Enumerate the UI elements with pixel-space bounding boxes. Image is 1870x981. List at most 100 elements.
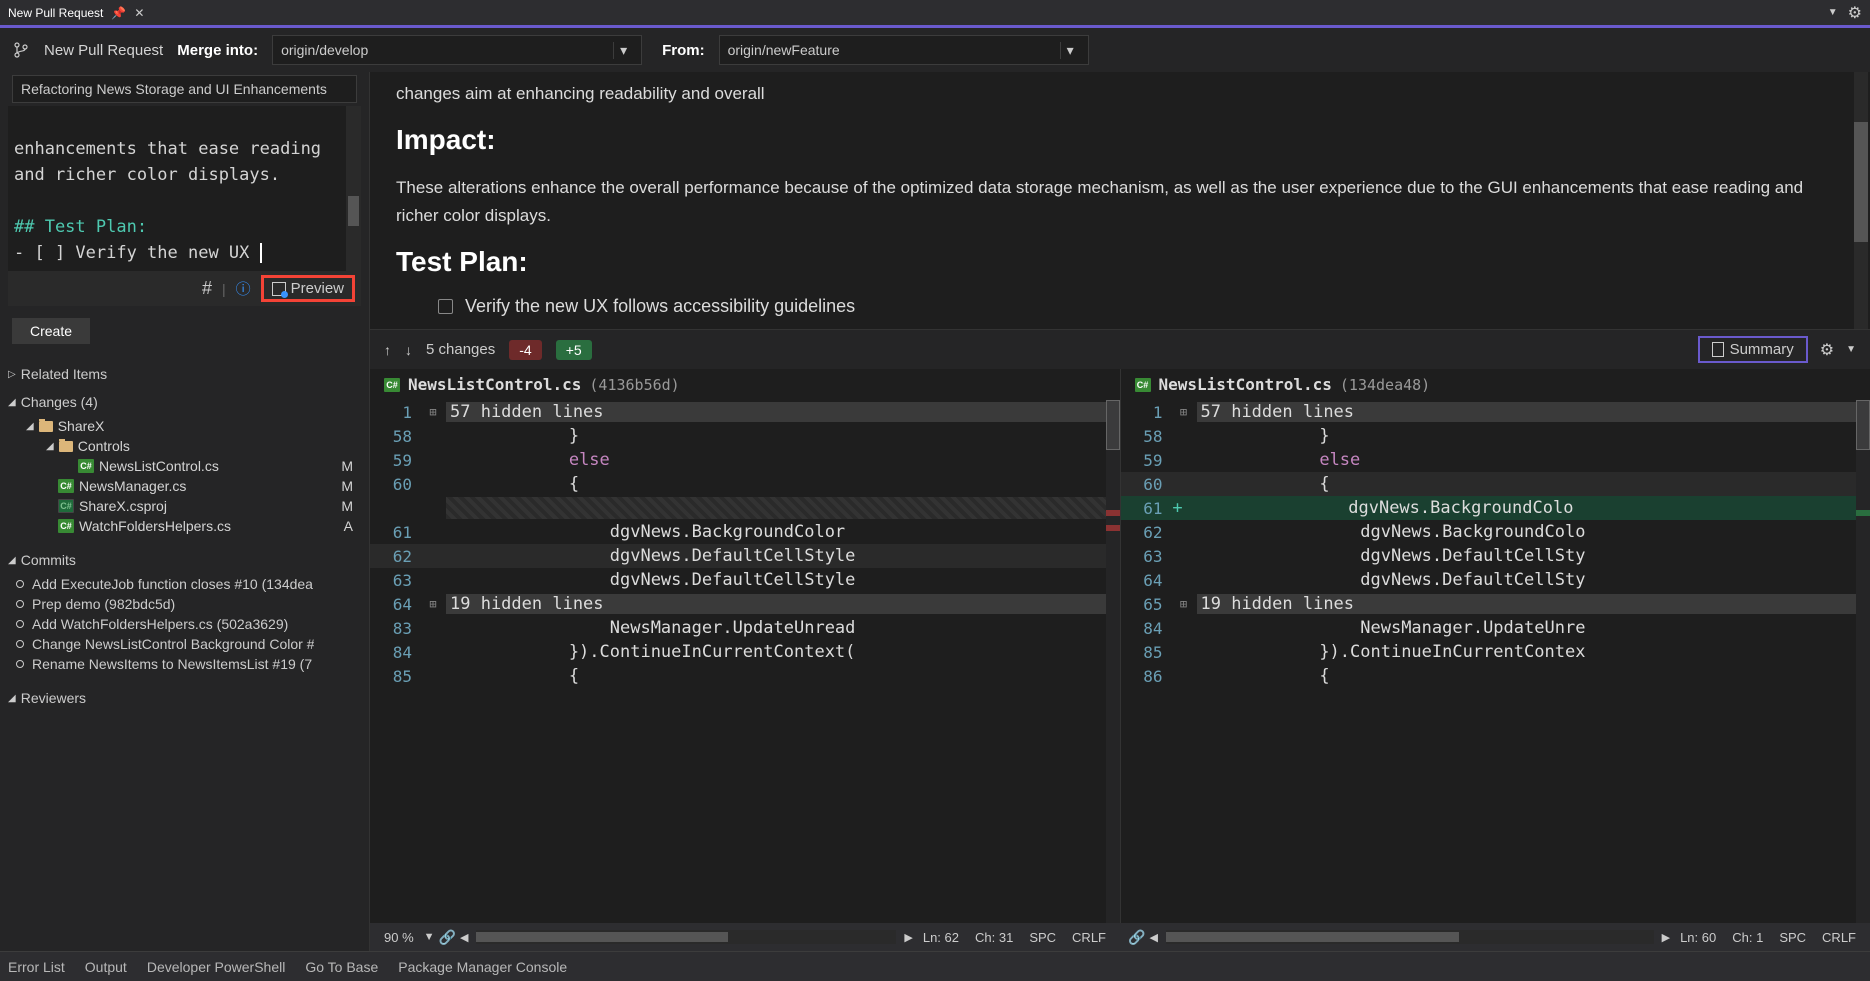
horizontal-scrollbar[interactable]	[1166, 930, 1654, 944]
from-branch-select[interactable]: origin/newFeature ▾	[719, 35, 1089, 65]
diff-settings-icon[interactable]: ⚙	[1820, 340, 1834, 360]
hidden-lines[interactable]: 19 hidden lines	[446, 594, 1120, 614]
settings-gear-icon[interactable]: ⚙	[1848, 3, 1862, 23]
commit-row[interactable]: Add ExecuteJob function closes #10 (134d…	[0, 574, 369, 594]
diff-file-name: NewsListControl.cs	[1159, 375, 1332, 394]
commit-row[interactable]: Rename NewsItems to NewsItemsList #19 (7	[0, 654, 369, 674]
commits-label: Commits	[21, 552, 76, 568]
summary-label: Summary	[1730, 341, 1794, 358]
preview-scrollbar[interactable]	[1854, 72, 1868, 329]
bottom-tool-windows-bar: Error List Output Developer PowerShell G…	[0, 951, 1870, 981]
additions-badge: +5	[556, 340, 592, 360]
commit-dot-icon	[16, 620, 24, 628]
file-status: M	[341, 458, 361, 474]
hidden-lines[interactable]: 19 hidden lines	[1197, 594, 1870, 614]
info-icon[interactable]: ⓘ	[236, 278, 251, 299]
hash-icon[interactable]: #	[202, 278, 212, 299]
file-row[interactable]: C# ShareX.csproj M	[0, 496, 369, 516]
line-indicator[interactable]: Ln: 62	[917, 930, 965, 945]
col-indicator[interactable]: Ch: 1	[1726, 930, 1769, 945]
whitespace-indicator[interactable]: SPC	[1773, 930, 1812, 945]
scroll-right-icon[interactable]: ▶	[904, 931, 912, 944]
developer-powershell-tab[interactable]: Developer PowerShell	[147, 959, 286, 975]
zoom-level[interactable]: 90 %	[378, 930, 420, 945]
file-row[interactable]: C# WatchFoldersHelpers.cs A	[0, 516, 369, 536]
line-indicator[interactable]: Ln: 60	[1674, 930, 1722, 945]
copilot-icon[interactable]	[14, 270, 32, 271]
code-text: dgvNews.DefaultCellStyle	[446, 570, 1120, 590]
pin-icon[interactable]: 📌	[111, 6, 126, 20]
changes-section[interactable]: ◢ Changes (4)	[0, 388, 369, 416]
description-editor[interactable]: enhancements that ease reading and riche…	[8, 106, 361, 271]
error-list-tab[interactable]: Error List	[8, 959, 65, 975]
commits-section[interactable]: ◢ Commits	[0, 546, 369, 574]
file-row[interactable]: C# NewsManager.cs M	[0, 476, 369, 496]
csharp-icon: C#	[384, 378, 400, 392]
tree-area: ▷ Related Items ◢ Changes (4) ◢ ShareX ◢…	[0, 356, 369, 951]
code-text: dgvNews.DefaultCellSty	[1197, 546, 1870, 566]
expand-icon: ▷	[8, 369, 16, 380]
close-tab-icon[interactable]: ✕	[134, 6, 144, 20]
diff-file-header: C# NewsListControl.cs (134dea48)	[1121, 369, 1870, 400]
scroll-left-icon[interactable]: ◀	[460, 931, 468, 944]
merge-into-select[interactable]: origin/develop ▾	[272, 35, 642, 65]
folder-label: ShareX	[58, 418, 105, 434]
summary-button[interactable]: Summary	[1698, 336, 1808, 363]
checkbox-icon[interactable]	[438, 299, 453, 314]
commit-row[interactable]: Add WatchFoldersHelpers.cs (502a3629)	[0, 614, 369, 634]
output-tab[interactable]: Output	[85, 959, 127, 975]
title-bar: New Pull Request 📌 ✕ ▼ ⚙	[0, 0, 1870, 28]
scroll-left-icon[interactable]: ◀	[1149, 931, 1157, 944]
dropdown-icon[interactable]: ▼	[424, 931, 435, 943]
checklist-item[interactable]: Verify the new UX follows accessibility …	[396, 296, 1844, 317]
reviewers-section[interactable]: ◢ Reviewers	[0, 684, 369, 712]
col-indicator[interactable]: Ch: 31	[969, 930, 1019, 945]
folder-sharex[interactable]: ◢ ShareX	[0, 416, 369, 436]
link-icon[interactable]: 🔗	[439, 929, 456, 946]
pr-title-input[interactable]	[12, 75, 357, 103]
line-number: 61	[370, 523, 420, 542]
dropdown-icon[interactable]: ▼	[1846, 344, 1856, 355]
create-button[interactable]: Create	[12, 318, 90, 344]
next-change-icon[interactable]: ↓	[405, 342, 412, 358]
prev-change-icon[interactable]: ↑	[384, 342, 391, 358]
link-icon[interactable]: 🔗	[1128, 929, 1145, 946]
expand-icon[interactable]: ⊞	[420, 597, 446, 611]
editor-heading: ## Test Plan:	[14, 217, 147, 237]
horizontal-scrollbar[interactable]	[476, 930, 896, 944]
scroll-right-icon[interactable]: ▶	[1662, 931, 1670, 944]
document-icon	[1712, 342, 1724, 357]
editor-scrollbar[interactable]	[346, 106, 361, 271]
minimap-left[interactable]	[1106, 400, 1120, 923]
goto-base-tab[interactable]: Go To Base	[305, 959, 378, 975]
package-manager-console-tab[interactable]: Package Manager Console	[398, 959, 567, 975]
expand-icon[interactable]: ⊞	[420, 405, 446, 419]
code-text: dgvNews.DefaultCellSty	[1197, 570, 1870, 590]
hidden-lines[interactable]: 57 hidden lines	[446, 402, 1120, 422]
code-area-right[interactable]: 1⊞57 hidden lines 58 } 59 else 60 { 61+ …	[1121, 400, 1870, 923]
changes-label: Changes (4)	[21, 394, 98, 410]
related-items-section[interactable]: ▷ Related Items	[0, 360, 369, 388]
deleted-region	[446, 497, 1120, 519]
commit-row[interactable]: Change NewsListControl Background Color …	[0, 634, 369, 654]
dropdown-icon[interactable]: ▾	[1060, 42, 1080, 59]
expand-icon[interactable]: ⊞	[1171, 597, 1197, 611]
whitespace-indicator[interactable]: SPC	[1023, 930, 1062, 945]
code-area-left[interactable]: 1⊞57 hidden lines 58 } 59 else 60 { 61 d…	[370, 400, 1120, 923]
commit-text: Prep demo (982bdc5d)	[32, 596, 175, 612]
file-row[interactable]: C# NewsListControl.cs M	[0, 456, 369, 476]
reviewers-label: Reviewers	[21, 690, 86, 706]
code-text: dgvNews.BackgroundColo	[1185, 498, 1870, 518]
minimap-right[interactable]	[1856, 400, 1870, 923]
eol-indicator[interactable]: CRLF	[1066, 930, 1112, 945]
window-dropdown-icon[interactable]: ▼	[1828, 7, 1838, 18]
eol-indicator[interactable]: CRLF	[1816, 930, 1862, 945]
folder-icon	[39, 421, 53, 432]
commit-row[interactable]: Prep demo (982bdc5d)	[0, 594, 369, 614]
dropdown-icon[interactable]: ▾	[613, 42, 633, 59]
preview-button[interactable]: Preview	[261, 275, 355, 302]
hidden-lines[interactable]: 57 hidden lines	[1197, 402, 1870, 422]
tab-title: New Pull Request	[8, 6, 103, 20]
folder-controls[interactable]: ◢ Controls	[0, 436, 369, 456]
expand-icon[interactable]: ⊞	[1171, 405, 1197, 419]
